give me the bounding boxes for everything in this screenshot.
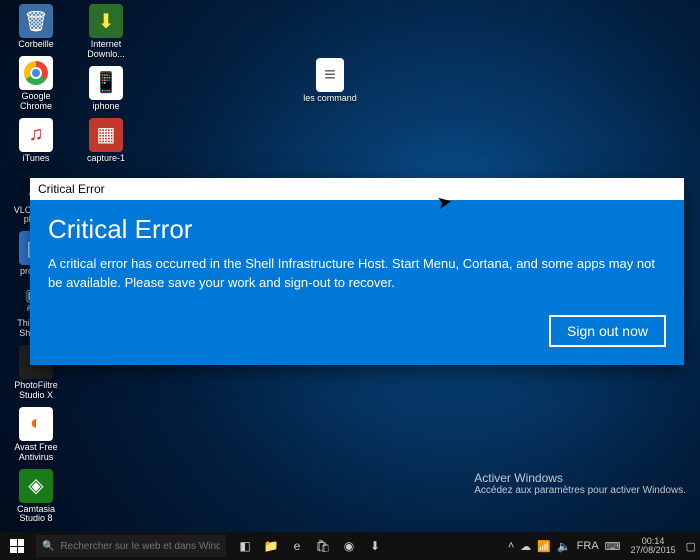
capture-1-label: capture-1 — [87, 154, 125, 164]
search-input[interactable] — [60, 541, 220, 552]
les-command-icon: ≡ — [316, 58, 344, 92]
store[interactable]: 🛍 — [314, 537, 332, 555]
avast-label: Avast Free Antivirus — [6, 443, 66, 463]
google-chrome-label: Google Chrome — [6, 92, 66, 112]
tray-network[interactable]: 📶 — [537, 540, 551, 553]
tray-up[interactable]: ˄ — [508, 540, 514, 552]
dialog-titlebar[interactable]: Critical Error — [30, 178, 684, 200]
camtasia[interactable]: ◈Camtasia Studio 8 — [6, 469, 66, 525]
itunes-label: iTunes — [23, 154, 50, 164]
search-icon: 🔍 — [42, 541, 54, 552]
tray-keyboard[interactable]: ⌨ — [605, 540, 621, 553]
sign-out-button[interactable]: Sign out now — [549, 315, 666, 347]
capture-1-icon: ▦ — [89, 118, 123, 152]
iphone-label: iphone — [92, 102, 119, 112]
google-chrome-icon — [19, 56, 53, 90]
itunes[interactable]: ♫ iTunes — [6, 118, 66, 164]
les-command[interactable]: ≡ les command — [300, 58, 360, 104]
itunes-icon: ♫ — [19, 118, 53, 152]
camtasia-label: Camtasia Studio 8 — [6, 505, 66, 525]
critical-error-dialog: Critical Error Critical Error A critical… — [30, 178, 684, 365]
file-explorer[interactable]: 📁 — [262, 537, 280, 555]
google-chrome[interactable]: Google Chrome — [6, 56, 66, 112]
start-button[interactable] — [0, 532, 34, 560]
watermark-title: Activer Windows — [474, 471, 686, 485]
watermark-subtitle: Accédez aux paramètres pour activer Wind… — [474, 485, 686, 496]
dialog-heading: Critical Error — [48, 214, 666, 245]
chrome-task[interactable]: ◉ — [340, 537, 358, 555]
recycle-bin-icon: 🗑 — [19, 4, 53, 38]
recycle-bin[interactable]: 🗑 Corbeille — [6, 4, 66, 50]
photofiltre-label: PhotoFiltre Studio X — [6, 381, 66, 401]
taskbar: 🔍 ◧ 📁 e 🛍 ◉ ⬇ ˄ ☁ 📶 🔈 FRA ⌨ 00:14 27/08/2015 ▢ — [0, 532, 700, 560]
iphone[interactable]: 📱 iphone — [76, 66, 136, 112]
action-center-icon[interactable]: ▢ — [686, 540, 696, 553]
iphone-icon: 📱 — [89, 66, 123, 100]
edge[interactable]: e — [288, 537, 306, 555]
clock-date: 27/08/2015 — [631, 546, 676, 555]
tray-volume[interactable]: 🔈 — [557, 540, 571, 553]
system-tray: ˄ ☁ 📶 🔈 FRA ⌨ 00:14 27/08/2015 ▢ — [508, 537, 700, 555]
taskbar-search[interactable]: 🔍 — [36, 535, 226, 557]
task-view[interactable]: ◧ — [236, 537, 254, 555]
capture-1[interactable]: ▦ capture-1 — [76, 118, 136, 164]
avast-icon: ◐ — [19, 407, 53, 441]
idm-task[interactable]: ⬇ — [366, 537, 384, 555]
les-command-label: les command — [303, 94, 357, 104]
activation-watermark: Activer Windows Accédez aux paramètres p… — [474, 471, 686, 496]
dialog-message: A critical error has occurred in the She… — [48, 255, 666, 293]
idm-icon: ⬇ — [89, 4, 123, 38]
camtasia-icon: ◈ — [19, 469, 53, 503]
taskbar-clock[interactable]: 00:14 27/08/2015 — [627, 537, 680, 555]
tray-onedrive[interactable]: ☁ — [520, 540, 531, 553]
windows-logo-icon — [10, 539, 24, 553]
recycle-bin-label: Corbeille — [18, 40, 54, 50]
avast[interactable]: ◐Avast Free Antivirus — [6, 407, 66, 463]
idm-label: Internet Downlo... — [76, 40, 136, 60]
desktop[interactable]: 🗑CorbeilleGoogle Chrome♫iTunes▲VLC media… — [0, 0, 700, 532]
tray-lang[interactable]: FRA — [577, 540, 599, 552]
idm[interactable]: ⬇Internet Downlo... — [76, 4, 136, 60]
